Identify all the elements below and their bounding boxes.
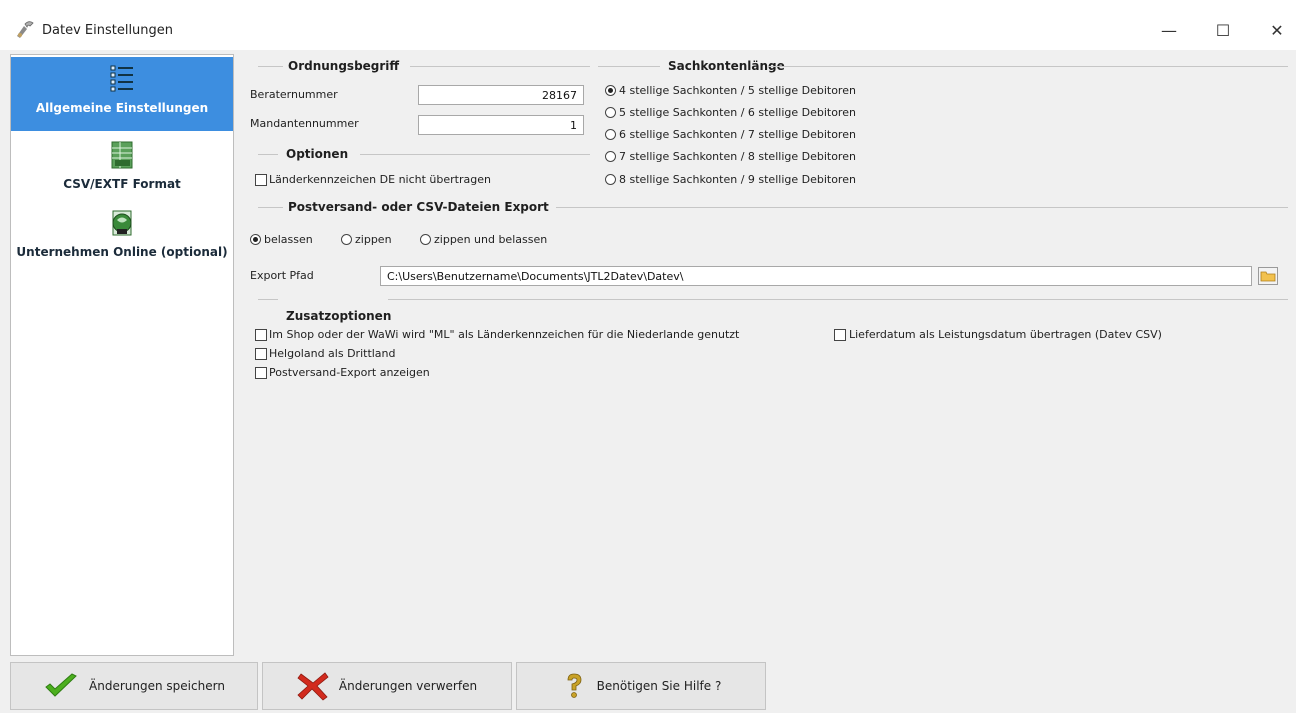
mandantennummer-input[interactable] [418,115,584,135]
sidebar-item-allgemeine-einstellungen[interactable]: Allgemeine Einstellungen [11,57,233,131]
browse-folder-button[interactable] [1258,267,1278,285]
csv-file-icon [111,141,133,169]
helgoland-label: Helgoland als Drittland [269,347,396,360]
ml-laenderkennzeichen-label: Im Shop oder der WaWi wird "ML" als Länd… [269,328,740,341]
helgoland-checkbox[interactable] [255,348,267,360]
export-pfad-label: Export Pfad [250,269,314,282]
postversand-export-label: Postversand-Export anzeigen [269,366,430,379]
online-document-icon [112,210,132,236]
export-title: Postversand- oder CSV-Dateien Export [288,200,549,214]
checkmark-icon [45,673,77,697]
export-zippen-belassen-label: zippen und belassen [434,233,548,246]
ordnungsbegriff-title: Ordnungsbegriff [288,59,400,73]
sachkonten-6-label: 6 stellige Sachkonten / 7 stellige Debit… [619,128,856,141]
save-button-label: Änderungen speichern [89,679,225,693]
sachkonten-5-radio[interactable] [605,107,616,118]
group-line [388,299,1288,300]
export-pfad-input[interactable] [380,266,1252,286]
beraternummer-label: Beraternummer [250,88,338,101]
help-button[interactable]: Benötigen Sie Hilfe ? [516,662,766,710]
export-zippen-radio[interactable] [341,234,352,245]
folder-icon [1260,271,1276,282]
title-bar: Datev Einstellungen — ☐ ✕ [0,10,1296,50]
zusatzoptionen-title: Zusatzoptionen [286,309,392,323]
sachkonten-7-label: 7 stellige Sachkonten / 8 stellige Debit… [619,150,856,163]
footer-bar: Änderungen speichern Änderungen verwerfe… [10,662,1296,713]
group-line [258,207,283,208]
red-x-icon [297,672,329,701]
save-button[interactable]: Änderungen speichern [10,662,258,710]
export-zippen-label: zippen [355,233,392,246]
laenderkennzeichen-label: Länderkennzeichen DE nicht übertragen [269,173,491,186]
group-line [258,154,278,155]
settings-content: Ordnungsbegriff Beraternummer Mandantenn… [238,54,1292,654]
help-button-label: Benötigen Sie Hilfe ? [596,679,722,693]
list-icon [110,65,133,92]
sidebar-item-label: CSV/EXTF Format [63,177,181,191]
sidebar-item-label: Allgemeine Einstellungen [35,101,209,115]
postversand-export-checkbox[interactable] [255,367,267,379]
group-line [598,66,660,67]
sachkonten-8-radio[interactable] [605,174,616,185]
laenderkennzeichen-checkbox[interactable] [255,174,267,186]
group-line [410,66,590,67]
mandantennummer-label: Mandantennummer [250,117,359,130]
export-belassen-radio[interactable] [250,234,261,245]
discard-button-label: Änderungen verwerfen [338,679,478,693]
group-line [556,207,1288,208]
group-line [768,66,1288,67]
window-title: Datev Einstellungen [42,23,174,38]
sidebar-item-csv-extf-format[interactable]: CSV/EXTF Format [11,135,233,199]
beraternummer-input[interactable] [418,85,584,105]
sachkonten-6-radio[interactable] [605,129,616,140]
close-button[interactable]: ✕ [1254,14,1296,46]
question-mark-icon [567,673,582,698]
sidebar-item-unternehmen-online[interactable]: Unternehmen Online (optional) [11,205,233,275]
group-line [360,154,590,155]
sachkonten-4-radio[interactable] [605,85,616,96]
export-zippen-belassen-radio[interactable] [420,234,431,245]
maximize-button[interactable]: ☐ [1200,14,1246,46]
minimize-button[interactable]: — [1146,14,1192,46]
app-settings-icon [17,21,34,38]
lieferdatum-label: Lieferdatum als Leistungsdatum übertrage… [849,328,1162,341]
group-line [258,299,278,300]
sachkonten-5-label: 5 stellige Sachkonten / 6 stellige Debit… [619,106,856,119]
sidebar-nav: Allgemeine Einstellungen CSV/EXTF Format… [10,54,234,656]
sachkonten-8-label: 8 stellige Sachkonten / 9 stellige Debit… [619,173,856,186]
sidebar-item-label: Unternehmen Online (optional) [16,245,228,259]
discard-button[interactable]: Änderungen verwerfen [262,662,512,710]
lieferdatum-checkbox[interactable] [834,329,846,341]
sachkonten-4-label: 4 stellige Sachkonten / 5 stellige Debit… [619,84,856,97]
sachkonten-7-radio[interactable] [605,151,616,162]
optionen-title: Optionen [286,147,349,161]
group-line [258,66,283,67]
export-belassen-label: belassen [264,233,313,246]
ml-laenderkennzeichen-checkbox[interactable] [255,329,267,341]
datev-settings-window: Datev Einstellungen — ☐ ✕ Allgemeine Ein… [0,10,1296,713]
